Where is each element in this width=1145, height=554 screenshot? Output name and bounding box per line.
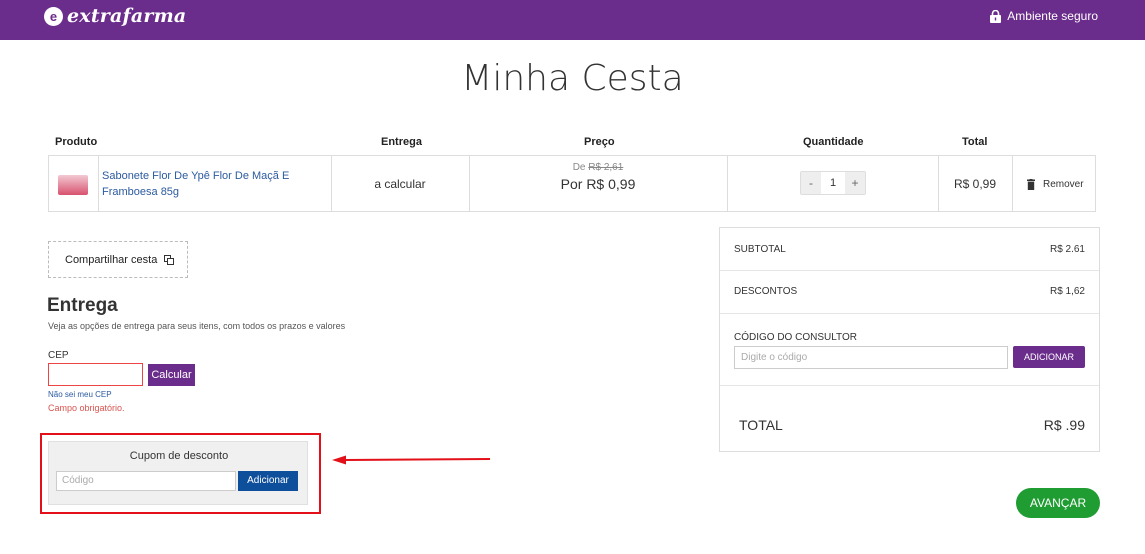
cep-label: CEP	[48, 350, 69, 361]
annotation-arrow-icon	[332, 455, 491, 465]
coupon-panel: Cupom de desconto Código Adicionar	[48, 441, 308, 505]
coupon-title: Cupom de desconto	[129, 450, 229, 462]
cep-input[interactable]	[48, 363, 143, 386]
logo-text: extrafarma	[67, 5, 187, 27]
item-total: R$ 0,99	[953, 177, 997, 191]
quantity-input[interactable]: 1	[821, 172, 845, 194]
remove-button[interactable]: Remover	[1027, 179, 1084, 190]
original-price-prefix: De	[572, 162, 586, 173]
divider	[720, 313, 1099, 314]
remove-label: Remover	[1043, 179, 1084, 190]
entrega-subtitle: Veja as opções de entrega para seus iten…	[48, 321, 346, 331]
entrega-heading: Entrega	[47, 295, 118, 316]
total-value: R$ .99	[1043, 417, 1085, 433]
header-quantidade: Quantidade	[803, 136, 864, 148]
header-produto: Produto	[55, 136, 98, 148]
consultor-add-button[interactable]: ADICIONAR	[1013, 346, 1085, 368]
cart-item-row: Sabonete Flor De Ypê Flor De Maçã E Fram…	[48, 155, 1096, 212]
trash-icon	[1027, 179, 1035, 190]
header-preco: Preço	[584, 136, 615, 148]
cell-divider	[1012, 156, 1013, 211]
advance-button[interactable]: AVANÇAR	[1016, 488, 1100, 518]
subtotal-value: R$ 2.61	[1049, 244, 1085, 255]
product-image[interactable]	[58, 175, 88, 195]
entrega-value: a calcular	[374, 177, 426, 191]
secure-environment: Ambiente seguro	[990, 9, 1098, 23]
secure-label: Ambiente seguro	[1007, 9, 1098, 23]
logo-mark-icon: e	[44, 6, 63, 26]
top-bar: e extrafarma Ambiente seguro	[0, 0, 1145, 40]
consultor-code-input[interactable]: Digite o código	[734, 346, 1008, 369]
page-title: Minha Cesta	[461, 58, 684, 99]
calculate-button[interactable]: Calcular	[148, 364, 195, 386]
total-row: TOTAL R$ .99	[739, 417, 1085, 433]
header-entrega: Entrega	[381, 136, 422, 148]
subtotal-row: SUBTOTAL R$ 2.61	[734, 244, 1085, 255]
coupon-add-button[interactable]: Adicionar	[238, 471, 298, 491]
share-label: Compartilhar cesta	[65, 253, 158, 266]
descontos-value: R$ 1,62	[1049, 286, 1085, 297]
cell-divider	[98, 156, 99, 211]
header-total: Total	[962, 136, 988, 148]
share-cart-button[interactable]: Compartilhar cesta	[48, 241, 188, 278]
descontos-label: DESCONTOS	[734, 286, 798, 297]
subtotal-label: SUBTOTAL	[734, 244, 786, 255]
decrement-button[interactable]: -	[801, 172, 821, 194]
copy-icon	[164, 254, 175, 265]
order-summary: SUBTOTAL R$ 2.61 DESCONTOS R$ 1,62 CÓDIG…	[719, 227, 1100, 452]
extrafarma-logo[interactable]: e extrafarma	[44, 5, 186, 27]
original-price: De R$ 2,61	[469, 162, 727, 173]
increment-button[interactable]: +	[845, 172, 865, 194]
consultor-label: CÓDIGO DO CONSULTOR	[734, 332, 857, 343]
quantity-stepper: - 1 +	[800, 171, 866, 195]
lock-icon	[990, 9, 1002, 23]
divider	[720, 270, 1099, 271]
original-price-value: R$ 2,61	[588, 162, 624, 173]
cell-divider	[727, 156, 728, 211]
current-price: Por R$ 0,99	[560, 176, 636, 192]
total-label: TOTAL	[739, 417, 783, 433]
cep-error-message: Campo obrigatório.	[48, 403, 125, 413]
nao-sei-cep-link[interactable]: Não sei meu CEP	[48, 390, 112, 399]
divider	[720, 385, 1099, 386]
descontos-row: DESCONTOS R$ 1,62	[734, 286, 1085, 297]
coupon-code-input[interactable]: Código	[56, 471, 236, 491]
product-name-link[interactable]: Sabonete Flor De Ypê Flor De Maçã E Fram…	[102, 168, 332, 200]
